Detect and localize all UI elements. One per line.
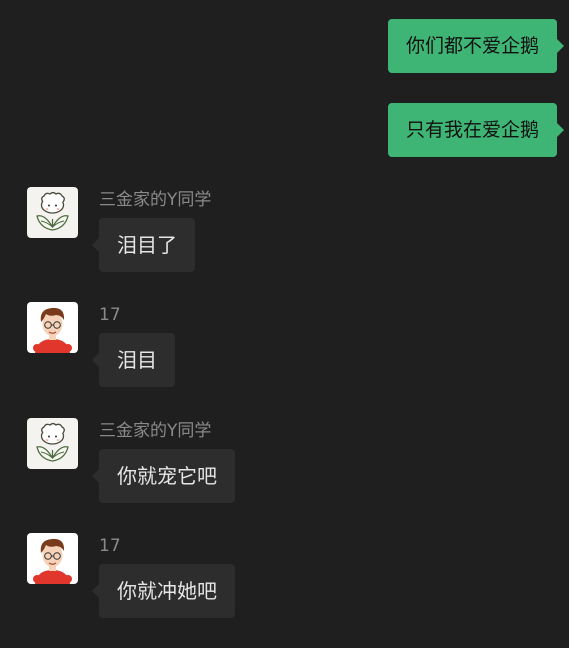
sheep-avatar-icon[interactable] <box>27 187 78 238</box>
boy-avatar-icon[interactable] <box>27 533 78 584</box>
boy-avatar-icon[interactable] <box>27 302 78 353</box>
incoming-bubble[interactable]: 你就宠它吧 <box>92 449 235 503</box>
outgoing-bubble[interactable]: 只有我在爱企鹅 <box>387 103 565 157</box>
outgoing-message: 只有我在爱企鹅 <box>387 103 565 157</box>
chat-window: 你们都不爱企鹅 只有我在爱企鹅 三金家的Y同学 泪目了 17 泪目 三金家的Y同… <box>0 0 569 648</box>
incoming-bubble[interactable]: 你就冲她吧 <box>92 564 235 618</box>
sender-name: 17 <box>99 536 121 556</box>
sender-name: 三金家的Y同学 <box>99 421 212 441</box>
sheep-avatar-icon[interactable] <box>27 418 78 469</box>
sender-name: 三金家的Y同学 <box>99 190 212 210</box>
incoming-bubble[interactable]: 泪目 <box>92 333 175 387</box>
outgoing-bubble[interactable]: 你们都不爱企鹅 <box>387 19 565 73</box>
outgoing-message: 你们都不爱企鹅 <box>387 19 565 73</box>
sender-name: 17 <box>99 305 121 325</box>
incoming-bubble[interactable]: 泪目了 <box>92 218 195 272</box>
